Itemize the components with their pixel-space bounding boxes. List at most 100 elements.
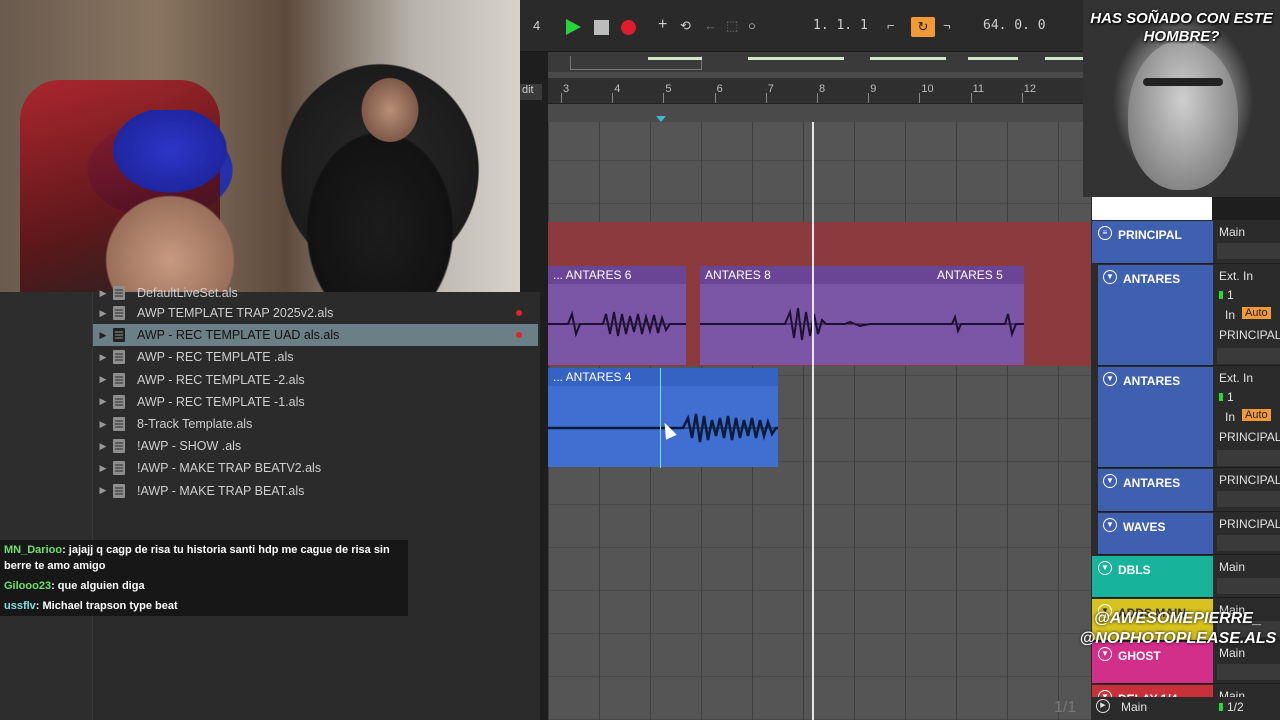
unsaved-dot-icon [516, 310, 522, 316]
chat-message: ussflv: Michael trapson type beat [0, 596, 408, 616]
ruler-tick [817, 93, 818, 103]
output-channel[interactable] [1217, 243, 1280, 259]
output-channel[interactable] [1217, 664, 1280, 680]
browser-sidebar[interactable] [0, 292, 93, 720]
expand-triangle-icon[interactable]: ▶ [93, 352, 113, 363]
live-set-file-icon [113, 483, 125, 498]
back-to-arrangement-icon[interactable]: ← [704, 18, 717, 33]
input-channel[interactable]: 1 [1227, 390, 1234, 404]
ruler-tick [561, 93, 562, 103]
track-name: ANTARES [1123, 374, 1181, 388]
track-input[interactable]: PRINCIPAL [1219, 517, 1280, 531]
live-set-file-icon [113, 328, 125, 343]
track-header[interactable]: ▼ ANTARES [1097, 366, 1213, 467]
track-input[interactable]: PRINCIPAL [1219, 473, 1280, 487]
track-input[interactable]: Main [1219, 225, 1280, 239]
overview-clip [648, 57, 702, 60]
master-value: 1/2 [1227, 700, 1244, 714]
monitor-auto[interactable]: Auto [1242, 307, 1271, 319]
ruler-bar-number: 10 [921, 83, 934, 95]
file-row-partial[interactable]: ▶ DefaultLiveSet.als [93, 282, 538, 304]
ruler-bar-number: 5 [665, 83, 672, 95]
output-channel[interactable] [1217, 450, 1280, 466]
track-fold-icon[interactable]: ▼ [1103, 270, 1117, 284]
punch-out-icon[interactable]: ¬ [943, 18, 951, 33]
ruler-tick [919, 93, 921, 103]
automation-arm-icon[interactable]: ⟲ [680, 18, 691, 34]
track-input[interactable]: Ext. In [1219, 269, 1280, 283]
expand-triangle-icon[interactable]: ▶ [93, 288, 113, 299]
monitor-in[interactable]: In [1225, 410, 1235, 424]
output-channel[interactable] [1217, 535, 1280, 551]
insert-marker [660, 368, 661, 468]
ruler-tick [714, 93, 716, 103]
file-row[interactable]: ▶ AWP TEMPLATE TRAP 2025v2.als [93, 302, 538, 324]
audio-clip[interactable]: ANTARES 5 [932, 266, 1024, 365]
track-name: DBLS [1118, 563, 1151, 577]
ruler-tick [1021, 93, 1023, 103]
file-row[interactable]: ▶ AWP - REC TEMPLATE .als [93, 346, 538, 368]
track-fold-icon[interactable]: ▼ [1103, 474, 1117, 488]
output-channel[interactable] [1217, 491, 1280, 507]
stop-icon[interactable] [594, 20, 609, 35]
track-header[interactable]: ▼ WAVES [1097, 512, 1213, 554]
track-fold-icon[interactable]: ▼ [1103, 372, 1117, 386]
track-fold-icon[interactable]: ≡ [1098, 226, 1112, 240]
ruler-bar-number: 12 [1023, 83, 1037, 95]
file-row[interactable]: ▶ AWP - REC TEMPLATE -2.als [93, 369, 538, 391]
play-icon[interactable] [566, 19, 581, 35]
audio-clip[interactable]: ... ANTARES 6 [548, 266, 686, 365]
expand-triangle-icon[interactable]: ▶ [93, 374, 113, 385]
beat-time-ruler[interactable] [548, 78, 1083, 104]
punch-in-icon[interactable]: ⌐ [887, 18, 895, 33]
track-header[interactable]: ▼ ANTARES [1097, 468, 1213, 511]
expand-triangle-icon[interactable]: ▶ [93, 441, 113, 452]
file-row[interactable]: ▶ !AWP - MAKE TRAP BEAT.als [93, 480, 538, 502]
monitor-auto[interactable]: Auto [1242, 409, 1271, 421]
expand-triangle-icon[interactable]: ▶ [93, 330, 113, 341]
expand-triangle-icon[interactable]: ▶ [93, 419, 113, 430]
track-fold-icon[interactable]: ▼ [1098, 647, 1112, 661]
session-record-icon[interactable]: ○ [748, 18, 756, 33]
track-output[interactable]: PRINCIPAL [1219, 328, 1280, 342]
live-set-file-icon [113, 372, 125, 387]
track-header[interactable]: ▼ ANTARES [1097, 264, 1213, 365]
arrangement-position[interactable]: 1. 1. 1 [813, 18, 868, 33]
monitor-in[interactable]: In [1225, 308, 1235, 322]
input-meter [1219, 291, 1223, 299]
track-lane-principal[interactable] [548, 222, 1091, 265]
capture-icon[interactable]: ⬚ [726, 18, 738, 34]
track-input[interactable]: Ext. In [1219, 371, 1280, 385]
file-row[interactable]: ▶ AWP - REC TEMPLATE -1.als [93, 391, 538, 413]
expand-triangle-icon[interactable]: ▶ [93, 308, 113, 319]
record-icon[interactable] [621, 20, 636, 35]
track-fold-icon[interactable]: ▼ [1098, 561, 1112, 575]
master-track-footer[interactable]: ▶ Main 1/2 [1092, 697, 1280, 720]
play-icon[interactable]: ▶ [1096, 699, 1110, 713]
output-channel[interactable] [1217, 578, 1280, 594]
input-channel[interactable]: 1 [1227, 288, 1234, 302]
expand-triangle-icon[interactable]: ▶ [93, 396, 113, 407]
file-row[interactable]: ▶ !AWP - MAKE TRAP BEATV2.als [93, 457, 538, 479]
loop-length[interactable]: 64. 0. 0 [983, 18, 1046, 33]
track-header[interactable]: ≡ PRINCIPAL [1092, 220, 1208, 263]
watermark: @AWESOMEPIERRE_ @NOPHOTOPLEASE.ALS [1076, 609, 1280, 649]
unibrow [1143, 78, 1223, 86]
clip-waveform [548, 310, 686, 338]
expand-triangle-icon[interactable]: ▶ [93, 463, 113, 474]
loop-toggle-icon[interactable]: ↻ [911, 17, 935, 37]
output-channel[interactable] [1217, 348, 1280, 364]
add-icon[interactable]: + [658, 16, 667, 34]
file-row[interactable]: ▶ !AWP - SHOW .als [93, 435, 538, 457]
arrangement-overview[interactable] [548, 52, 1083, 72]
track-output[interactable]: PRINCIPAL [1219, 430, 1280, 444]
audio-clip[interactable]: ... ANTARES 4 [548, 368, 778, 467]
expand-triangle-icon[interactable]: ▶ [93, 485, 113, 496]
audio-clip[interactable]: ANTARES 8 [700, 266, 932, 365]
track-fold-icon[interactable]: ▼ [1103, 518, 1117, 532]
track-io-section: PRINCIPAL [1213, 512, 1280, 554]
file-row[interactable]: ▶ AWP - REC TEMPLATE UAD als.als [93, 324, 538, 347]
track-header[interactable]: ▼ DBLS [1092, 555, 1208, 597]
track-input[interactable]: Main [1219, 560, 1280, 574]
file-row[interactable]: ▶ 8-Track Template.als [93, 413, 538, 435]
